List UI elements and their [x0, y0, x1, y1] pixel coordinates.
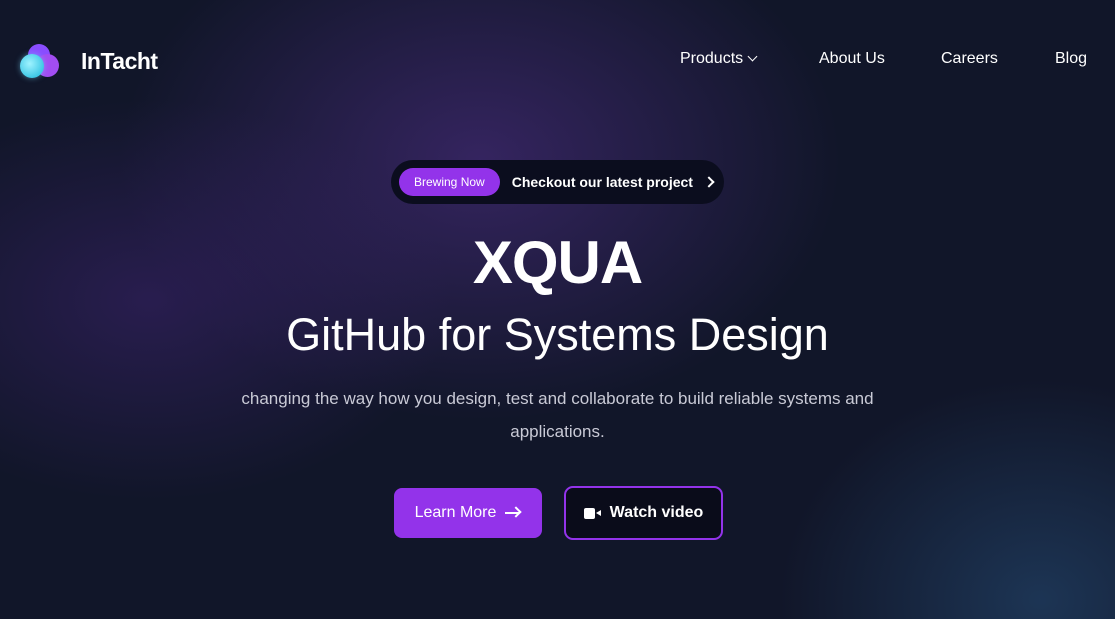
learn-more-label: Learn More	[414, 504, 497, 521]
announcement-badge: Brewing Now	[399, 168, 500, 196]
chevron-down-icon	[747, 51, 758, 62]
learn-more-button[interactable]: Learn More	[394, 488, 542, 538]
watch-video-label: Watch video	[609, 504, 704, 521]
nav-item-about-us[interactable]: About Us	[819, 50, 885, 68]
site-header: InTacht Products About Us Careers Blog	[0, 0, 1115, 120]
announcement-text: Checkout our latest project	[511, 174, 693, 190]
nav-item-careers[interactable]: Careers	[941, 50, 998, 68]
brand-logo[interactable]: InTacht	[20, 42, 158, 80]
announcement-pill[interactable]: Brewing Now Checkout our latest project	[391, 160, 724, 204]
hero-title: XQUA	[472, 229, 643, 296]
watch-video-button[interactable]: Watch video	[564, 486, 723, 540]
video-camera-icon	[583, 507, 601, 519]
hero-description: changing the way how you design, test an…	[241, 389, 874, 441]
arrow-right-icon	[505, 506, 523, 519]
logo-icon	[20, 42, 60, 80]
nav-item-products[interactable]: Products	[680, 50, 758, 68]
nav-item-blog[interactable]: Blog	[1055, 50, 1087, 68]
chevron-right-icon	[703, 176, 715, 188]
brand-name: InTacht	[81, 47, 158, 74]
hero-subtitle: GitHub for Systems Design	[286, 309, 829, 360]
nav-item-label: Products	[680, 50, 744, 67]
